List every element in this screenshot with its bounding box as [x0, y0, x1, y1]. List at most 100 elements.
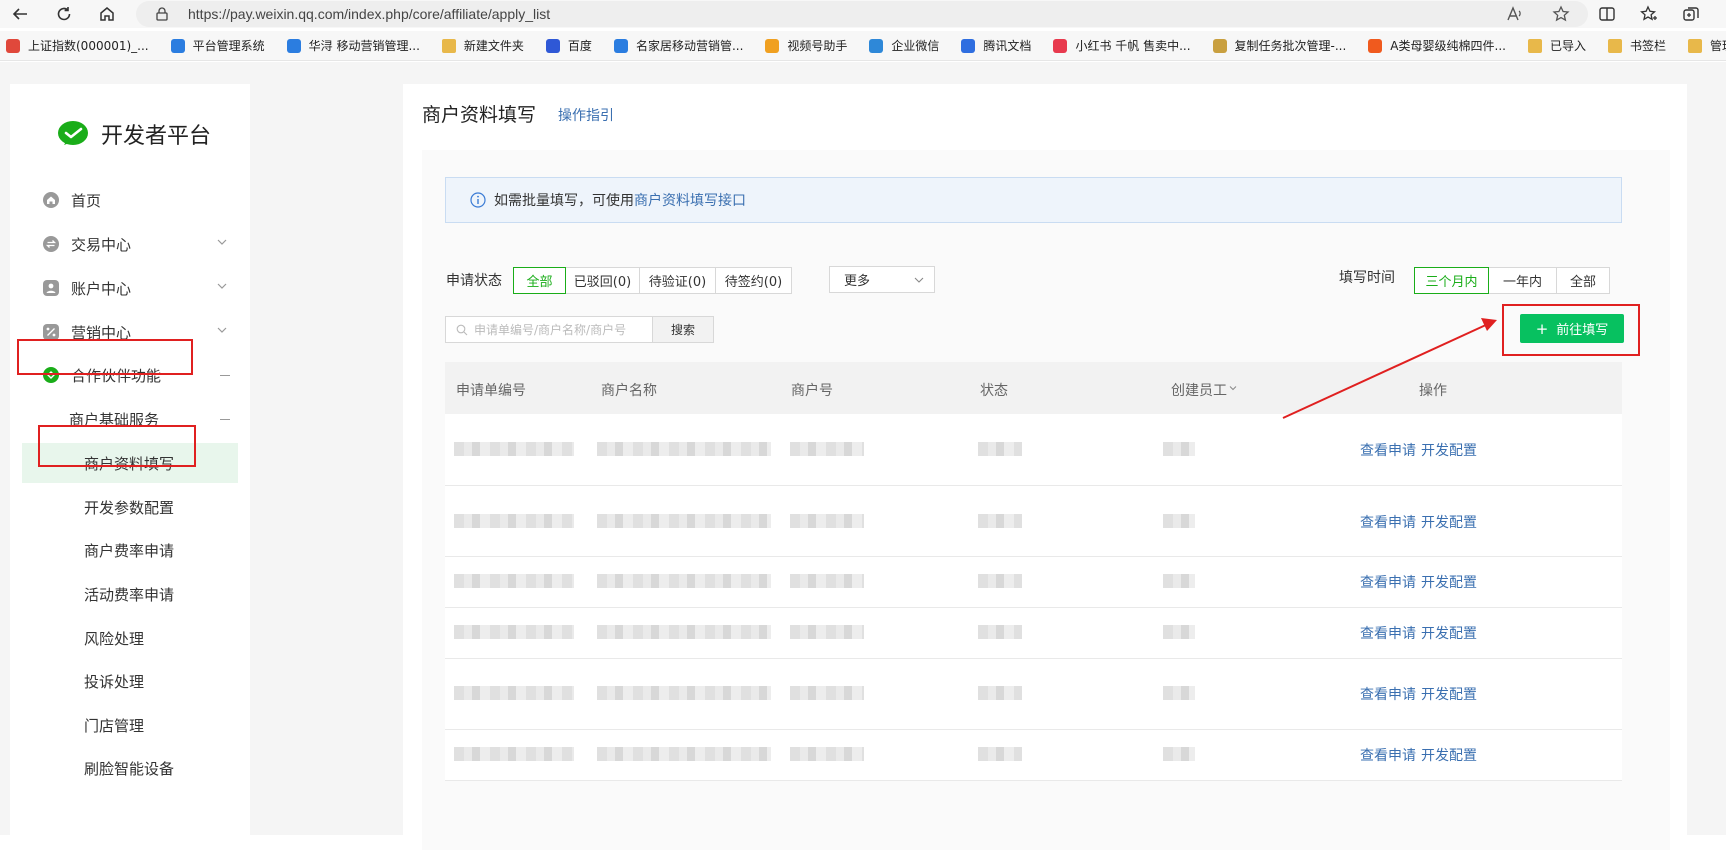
- redacted-cell: [978, 514, 1022, 528]
- sidebar-subitem-dev-params[interactable]: 开发参数配置: [10, 487, 250, 527]
- redacted-cell: [1163, 747, 1195, 761]
- redacted-cell: [597, 747, 771, 761]
- view-application-link[interactable]: 查看申请: [1360, 745, 1416, 765]
- sidebar-subitem-fee-apply[interactable]: 商户费率申请: [10, 530, 250, 570]
- redacted-cell: [978, 625, 1022, 639]
- bookmark-favicon-icon: [6, 38, 20, 53]
- sidebar-item-home[interactable]: 首页: [10, 180, 250, 220]
- sidebar-subitem-risk[interactable]: 风险处理: [10, 618, 250, 658]
- dev-config-link[interactable]: 开发配置: [1421, 512, 1477, 532]
- dev-config-link[interactable]: 开发配置: [1421, 684, 1477, 704]
- home-browser-icon[interactable]: [89, 0, 125, 28]
- bookmark-item[interactable]: 已导入: [1527, 37, 1586, 54]
- dev-config-link[interactable]: 开发配置: [1421, 623, 1477, 643]
- table-row: 查看申请 开发配置: [445, 659, 1622, 730]
- redacted-cell: [978, 747, 1022, 761]
- dev-config-link[interactable]: 开发配置: [1421, 745, 1477, 765]
- bookmark-item[interactable]: 企业微信: [869, 37, 939, 54]
- logo[interactable]: 开发者平台: [57, 118, 211, 150]
- bookmark-label: 小红书 千帆 售卖中...: [1075, 39, 1191, 53]
- view-application-link[interactable]: 查看申请: [1360, 623, 1416, 643]
- more-status-select[interactable]: 更多: [829, 266, 935, 293]
- sidebar-subitem-activity-fee[interactable]: 活动费率申请: [10, 574, 250, 614]
- bookmark-label: 复制任务批次管理-...: [1234, 39, 1347, 53]
- redacted-cell: [1163, 686, 1195, 700]
- bookmark-favicon-icon: [1368, 38, 1383, 53]
- bookmark-label: 平台管理系统: [192, 39, 265, 53]
- bookmark-item[interactable]: 新建文件夹: [441, 37, 524, 54]
- bookmark-item[interactable]: 平台管理系统: [170, 37, 265, 54]
- back-icon[interactable]: [2, 0, 38, 28]
- collections-icon[interactable]: [1682, 5, 1700, 23]
- search-button[interactable]: 搜索: [652, 316, 714, 343]
- bookmark-favicon-icon: [613, 38, 628, 53]
- bookmarks-bar: 上证指数(000001)_... 平台管理系统 华浔 移动营销管理... 新建文件夹 百…: [0, 31, 1726, 61]
- view-application-link[interactable]: 查看申请: [1360, 572, 1416, 592]
- view-application-link[interactable]: 查看申请: [1360, 440, 1416, 460]
- favorites-icon[interactable]: [1640, 5, 1658, 23]
- bookmark-label: 企业微信: [891, 39, 940, 53]
- redacted-cell: [454, 747, 574, 761]
- column-header-merchant-id: 商户号: [791, 383, 833, 399]
- bookmark-item[interactable]: 华浔 移动营销管理...: [286, 37, 420, 54]
- tab-time-all[interactable]: 全部: [1556, 267, 1610, 294]
- bookmark-label: 管理后台: [1709, 39, 1726, 53]
- column-header-apply-id: 申请单编号: [456, 383, 526, 399]
- bookmark-item[interactable]: 腾讯文档: [961, 37, 1031, 54]
- view-application-link[interactable]: 查看申请: [1360, 512, 1416, 532]
- guide-link[interactable]: 操作指引: [558, 105, 614, 125]
- search-placeholder: 申请单编号/商户名称/商户号: [474, 323, 627, 337]
- tab-status-verify[interactable]: 待验证(0): [639, 267, 716, 294]
- redacted-cell: [454, 625, 574, 639]
- view-application-link[interactable]: 查看申请: [1360, 684, 1416, 704]
- main-content: 商户资料填写 操作指引 如需批量填写，可使用 商户资料填写接口 申请状态 全部 …: [403, 84, 1687, 850]
- column-header-creator[interactable]: 创建员工: [1171, 380, 1227, 400]
- redacted-cell: [790, 625, 864, 639]
- bookmark-item[interactable]: 百度: [545, 37, 592, 54]
- tab-status-all[interactable]: 全部: [513, 267, 566, 294]
- bookmark-label: 腾讯文档: [983, 39, 1032, 53]
- sidebar-subitem-label: 门店管理: [84, 716, 145, 735]
- tab-time-1year[interactable]: 一年内: [1488, 267, 1557, 294]
- sidebar-subitem-face-device[interactable]: 刷脸智能设备: [10, 748, 250, 788]
- reload-icon[interactable]: [46, 0, 82, 28]
- url-text: https://pay.weixin.qq.com/index.php/core…: [188, 6, 551, 22]
- table-row: 查看申请 开发配置: [445, 557, 1622, 608]
- tab-status-rejected[interactable]: 已驳回(0): [565, 267, 640, 294]
- column-header-status: 状态: [980, 383, 1008, 399]
- bookmark-item[interactable]: 上证指数(000001)_...: [6, 37, 149, 54]
- read-aloud-icon[interactable]: [1506, 5, 1524, 23]
- bookmark-item[interactable]: 名家居移动营销管...: [613, 37, 743, 54]
- split-screen-icon[interactable]: [1598, 5, 1616, 23]
- bookmark-label: 百度: [567, 39, 592, 53]
- sidebar-subitem-store[interactable]: 门店管理: [10, 705, 250, 745]
- dev-config-link[interactable]: 开发配置: [1421, 440, 1477, 460]
- sidebar: 开发者平台 首页 交易中心 账户中心 营销中心 合作伙伴功能 商户基础服务 商户…: [10, 84, 250, 844]
- favorite-star-icon[interactable]: [1552, 5, 1570, 23]
- sidebar-subitem-complaint[interactable]: 投诉处理: [10, 661, 250, 701]
- address-bar[interactable]: https://pay.weixin.qq.com/index.php/core…: [136, 1, 1588, 27]
- bookmark-item[interactable]: 视频号助手: [765, 37, 847, 54]
- sidebar-item-account[interactable]: 账户中心: [10, 268, 250, 308]
- notice-api-link[interactable]: 商户资料填写接口: [634, 190, 746, 210]
- bookmark-item[interactable]: 书签栏: [1607, 37, 1666, 54]
- sidebar-item-trade[interactable]: 交易中心: [10, 224, 250, 264]
- table-row: 查看申请 开发配置: [445, 730, 1622, 781]
- tab-time-3months[interactable]: 三个月内: [1414, 267, 1489, 294]
- bookmark-label: 新建文件夹: [463, 39, 524, 53]
- exchange-icon: [43, 236, 59, 252]
- redacted-cell: [978, 686, 1022, 700]
- collapse-dash-icon: [220, 375, 230, 376]
- bookmark-item[interactable]: 管理后台: [1687, 37, 1726, 54]
- redacted-cell: [790, 747, 864, 761]
- bookmark-favicon-icon: [1607, 38, 1622, 53]
- bookmark-favicon-icon: [1687, 38, 1702, 53]
- sort-chevron-icon[interactable]: [1229, 384, 1237, 392]
- bookmark-item[interactable]: A类母婴级纯棉四件...: [1368, 37, 1506, 54]
- search-input[interactable]: 申请单编号/商户名称/商户号: [445, 316, 653, 343]
- notice-banner: 如需批量填写，可使用 商户资料填写接口: [445, 177, 1622, 223]
- bookmark-item[interactable]: 小红书 千帆 售卖中...: [1053, 37, 1191, 54]
- dev-config-link[interactable]: 开发配置: [1421, 572, 1477, 592]
- tab-status-sign[interactable]: 待签约(0): [715, 267, 792, 294]
- bookmark-item[interactable]: 复制任务批次管理-...: [1212, 37, 1347, 54]
